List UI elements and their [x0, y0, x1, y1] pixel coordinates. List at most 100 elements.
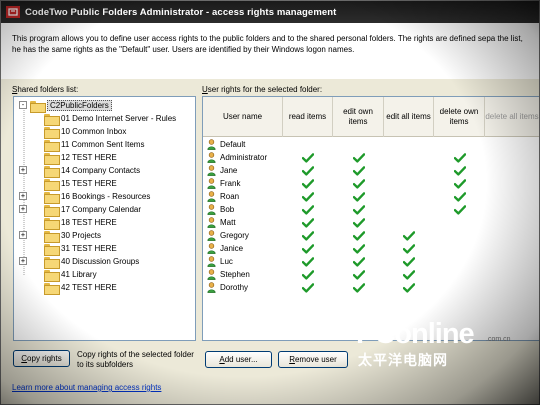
right-cell[interactable] — [384, 255, 434, 268]
column-header-right[interactable]: read items — [283, 97, 333, 137]
right-cell[interactable] — [434, 242, 485, 255]
shared-folders-tree[interactable]: - C2PublicFolders 01 Demo Internet Server … — [13, 96, 196, 341]
right-cell[interactable] — [434, 255, 485, 268]
right-cell[interactable] — [333, 151, 384, 164]
right-cell[interactable] — [283, 190, 333, 203]
right-cell[interactable] — [283, 281, 333, 294]
table-row[interactable]: Matt — [203, 216, 539, 229]
expand-icon[interactable]: + — [19, 192, 27, 200]
right-cell[interactable] — [384, 281, 434, 294]
right-cell[interactable] — [283, 268, 333, 281]
column-header-right[interactable]: edit all items — [384, 97, 434, 137]
add-user-button[interactable]: Add user... — [205, 351, 272, 368]
right-cell[interactable] — [333, 177, 384, 190]
table-row[interactable]: Jane — [203, 164, 539, 177]
tree-item[interactable]: 15 TEST HERE — [44, 177, 117, 191]
column-header-right[interactable]: delete all items — [485, 97, 539, 137]
table-row[interactable]: Luc — [203, 255, 539, 268]
right-cell[interactable] — [283, 255, 333, 268]
tree-item[interactable]: 01 Demo Internet Server - Rules — [44, 112, 176, 126]
right-cell[interactable] — [384, 203, 434, 216]
right-cell[interactable] — [434, 138, 485, 151]
folder-icon — [44, 165, 60, 178]
right-cell[interactable] — [384, 216, 434, 229]
table-row[interactable]: Stephen — [203, 268, 539, 281]
right-cell[interactable] — [384, 177, 434, 190]
check-icon — [453, 178, 466, 189]
right-cell[interactable] — [283, 138, 333, 151]
tree-item[interactable]: 41 Library — [44, 268, 97, 282]
learn-more-link[interactable]: Learn more about managing access rights — [12, 383, 161, 392]
expand-icon[interactable]: + — [19, 257, 27, 265]
tree-item[interactable]: 10 Common Inbox — [44, 125, 126, 139]
expand-icon[interactable]: + — [19, 205, 27, 213]
folder-icon — [44, 113, 60, 126]
right-cell[interactable] — [434, 216, 485, 229]
tree-item[interactable]: +40 Discussion Groups — [19, 255, 140, 269]
expand-icon[interactable]: + — [19, 166, 27, 174]
right-cell[interactable] — [333, 255, 384, 268]
right-cell[interactable] — [283, 151, 333, 164]
column-header-right[interactable]: delete own items — [434, 97, 485, 137]
right-cell[interactable] — [333, 216, 384, 229]
tree-item[interactable]: 42 TEST HERE — [44, 281, 117, 295]
right-cell[interactable] — [434, 177, 485, 190]
right-cell[interactable] — [283, 177, 333, 190]
right-cell[interactable] — [333, 190, 384, 203]
right-cell[interactable] — [333, 268, 384, 281]
tree-item[interactable]: +16 Bookings - Resources — [19, 190, 150, 204]
table-row[interactable]: Default — [203, 138, 539, 151]
right-cell[interactable] — [434, 268, 485, 281]
collapse-icon[interactable]: - — [19, 101, 27, 109]
right-cell[interactable] — [434, 203, 485, 216]
user-rights-grid[interactable]: User name read items edit own items edit al… — [202, 96, 539, 341]
right-cell[interactable] — [333, 138, 384, 151]
tree-item[interactable]: 11 Common Sent Items — [44, 138, 144, 152]
remove-user-button[interactable]: Remove user — [278, 351, 348, 368]
right-cell[interactable] — [333, 164, 384, 177]
check-icon — [403, 243, 415, 254]
right-cell[interactable] — [434, 151, 485, 164]
tree-item[interactable]: +30 Projects — [19, 229, 101, 243]
right-cell[interactable] — [283, 229, 333, 242]
tree-item[interactable]: +17 Company Calendar — [19, 203, 141, 217]
right-cell[interactable] — [333, 229, 384, 242]
table-row[interactable]: Bob — [203, 203, 539, 216]
tree-item[interactable]: 31 TEST HERE — [44, 242, 117, 256]
expand-icon[interactable]: + — [19, 231, 27, 239]
tree-item[interactable]: 18 TEST HERE — [44, 216, 117, 230]
table-row[interactable]: Janice — [203, 242, 539, 255]
right-cell[interactable] — [283, 242, 333, 255]
table-row[interactable]: Dorothy — [203, 281, 539, 294]
right-cell[interactable] — [384, 151, 434, 164]
right-cell[interactable] — [384, 138, 434, 151]
right-cell[interactable] — [434, 164, 485, 177]
right-cell[interactable] — [434, 190, 485, 203]
right-cell[interactable] — [283, 203, 333, 216]
table-row[interactable]: Gregory — [203, 229, 539, 242]
user-icon — [207, 230, 216, 241]
right-cell[interactable] — [283, 164, 333, 177]
table-row[interactable]: Frank — [203, 177, 539, 190]
tree-item[interactable]: 12 TEST HERE — [44, 151, 117, 165]
right-cell[interactable] — [333, 203, 384, 216]
right-cell[interactable] — [384, 229, 434, 242]
tree-root-item[interactable]: - C2PublicFolders — [19, 99, 112, 113]
right-cell[interactable] — [434, 281, 485, 294]
right-cell[interactable] — [384, 268, 434, 281]
right-cell[interactable] — [333, 242, 384, 255]
right-cell[interactable] — [283, 216, 333, 229]
tree-item-label: 15 TEST HERE — [61, 179, 117, 188]
right-cell[interactable] — [384, 242, 434, 255]
right-cell[interactable] — [434, 229, 485, 242]
column-header-right[interactable]: edit own items — [333, 97, 384, 137]
table-row[interactable]: Administrator — [203, 151, 539, 164]
copy-rights-button[interactable]: Copy rights — [13, 350, 70, 367]
right-cell[interactable] — [333, 281, 384, 294]
tree-item[interactable]: +14 Company Contacts — [19, 164, 140, 178]
tree-item-label: 40 Discussion Groups — [61, 257, 140, 266]
right-cell[interactable] — [384, 190, 434, 203]
table-row[interactable]: Roan — [203, 190, 539, 203]
right-cell[interactable] — [384, 164, 434, 177]
column-header-user-name[interactable]: User name — [203, 97, 283, 137]
